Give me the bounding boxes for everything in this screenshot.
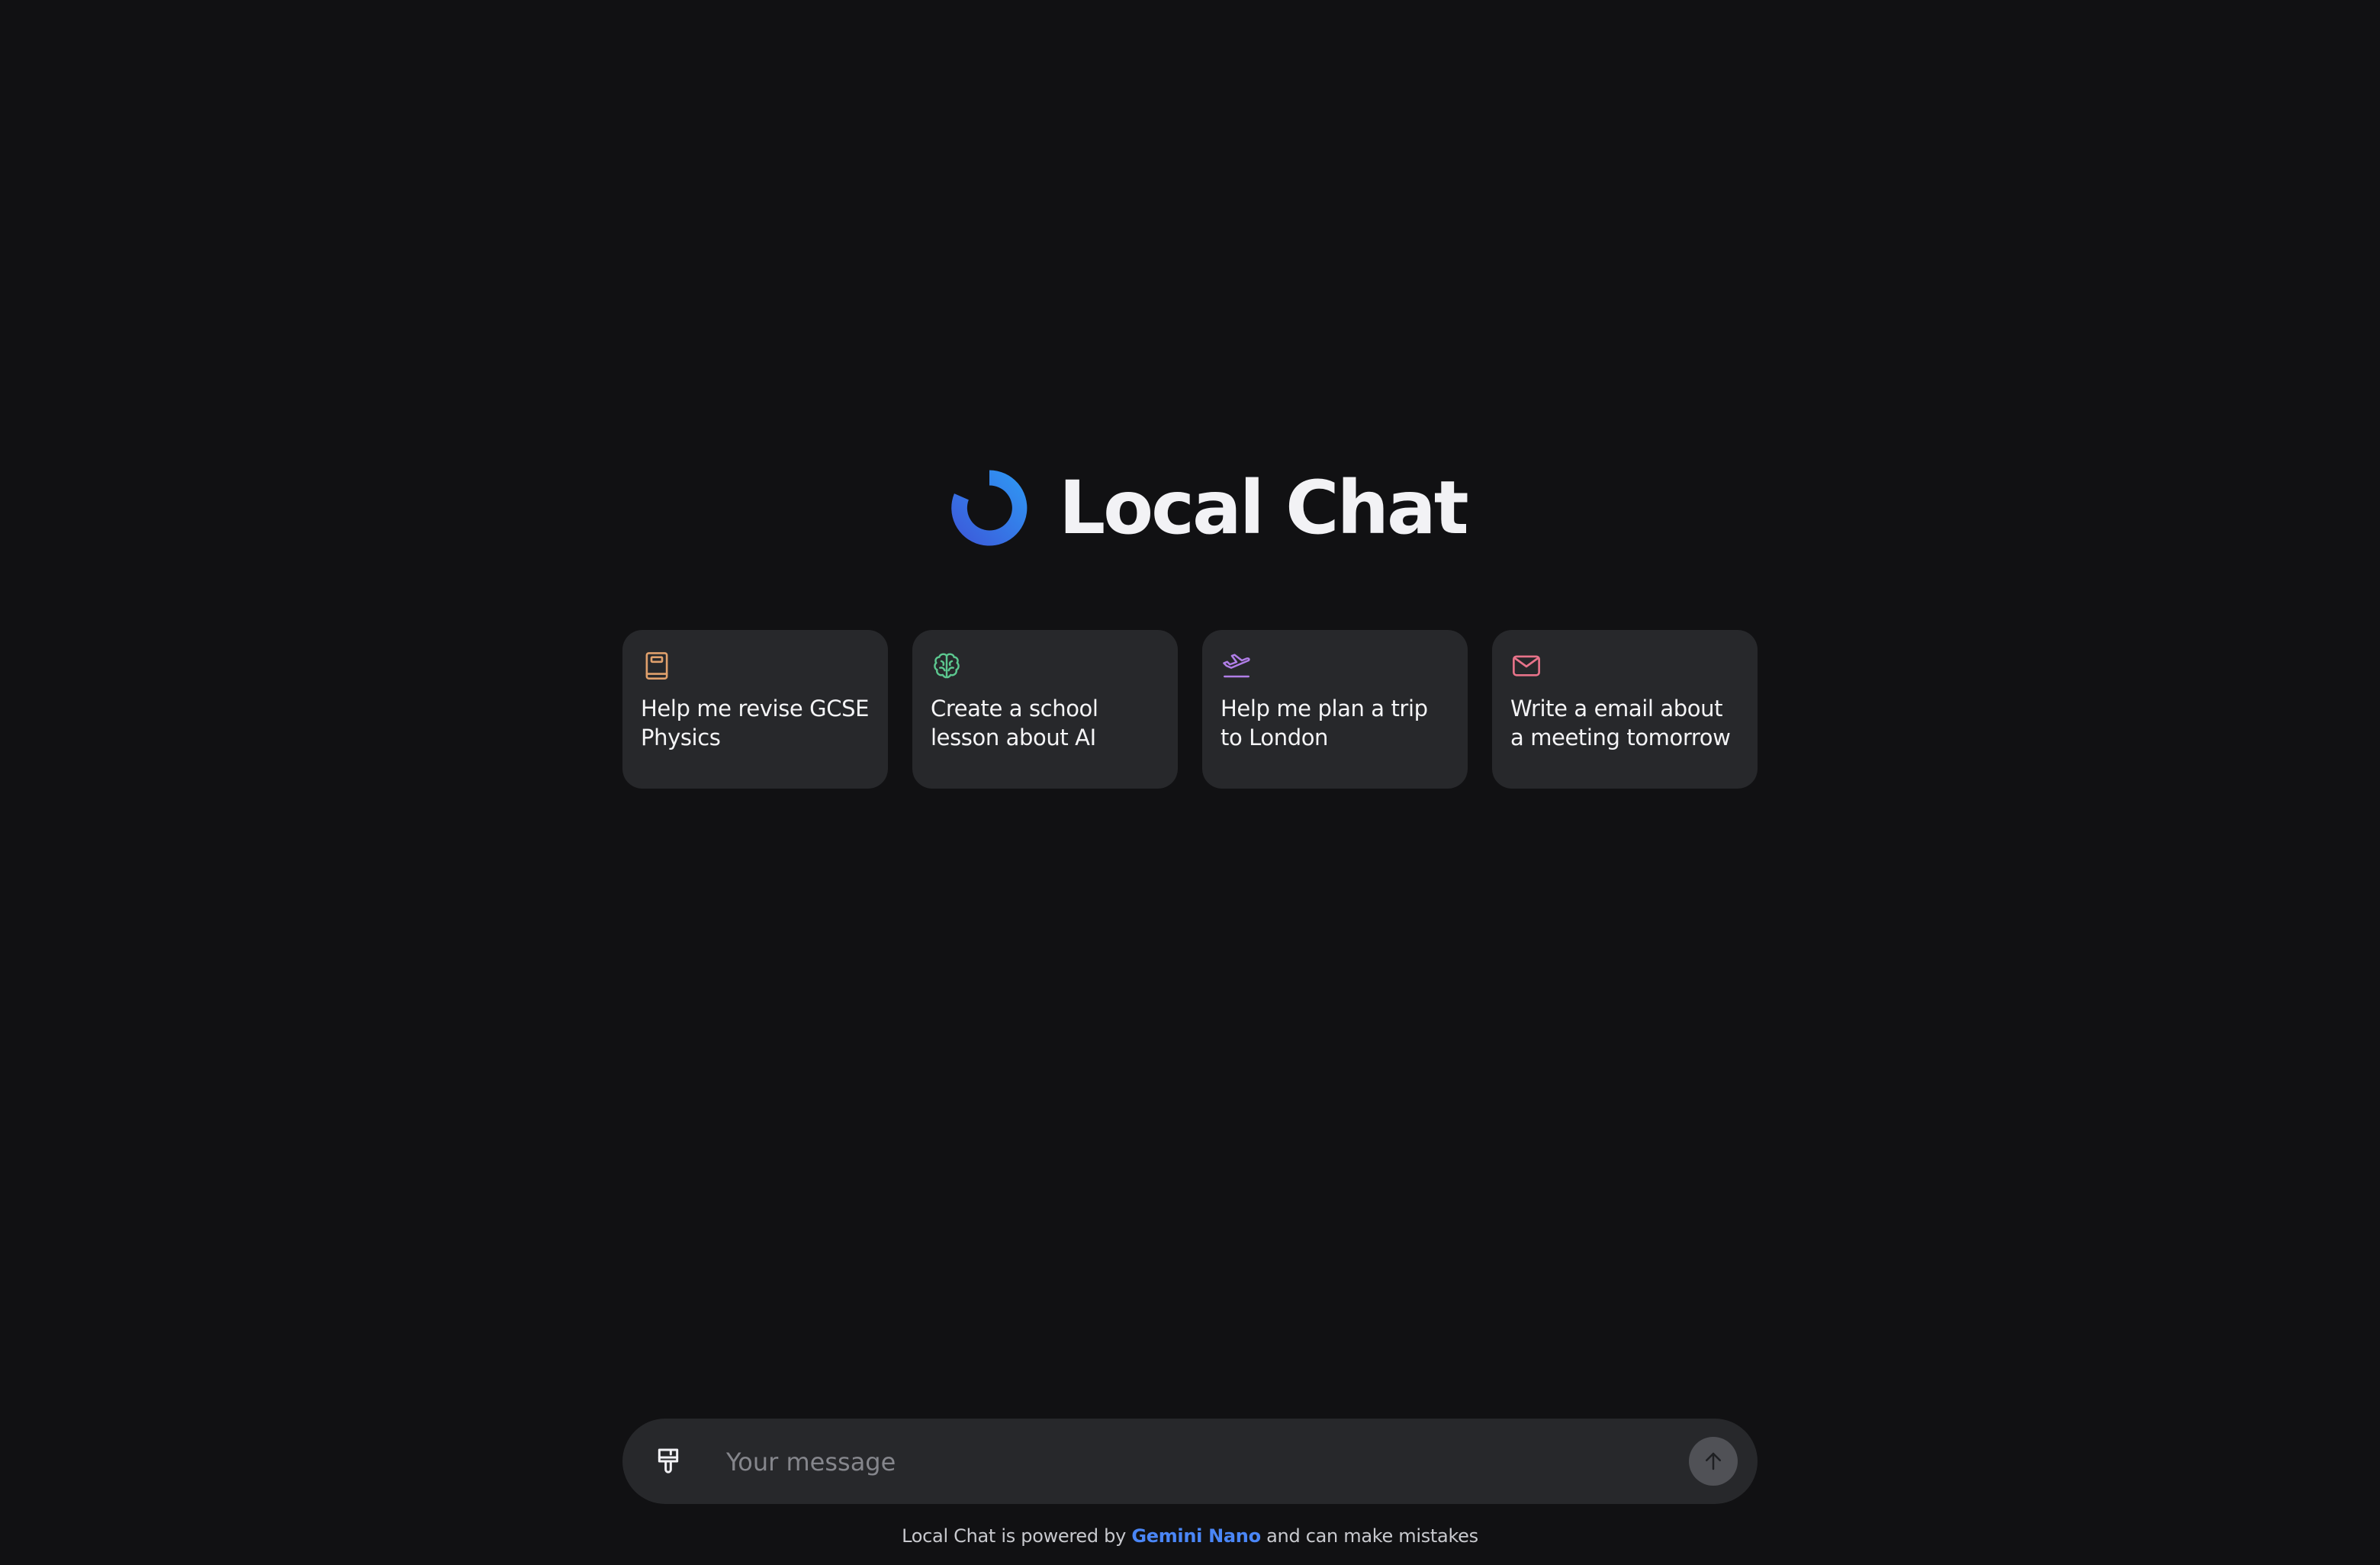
mail-icon: [1513, 655, 1540, 676]
footer-suffix: and can make mistakes: [1266, 1525, 1478, 1547]
logo-icon: [951, 470, 1028, 546]
suggestion-label: Help me revise GCSE Physics: [641, 696, 870, 750]
app-title: Local Chat: [1059, 465, 1469, 551]
plane-departure-icon: [1223, 654, 1250, 678]
footer-disclaimer: Local Chat is powered by Gemini Nano and…: [0, 1525, 2380, 1547]
book-icon: [645, 652, 668, 680]
brain-icon: [934, 653, 960, 679]
send-button[interactable]: [1689, 1437, 1738, 1486]
message-composer: [622, 1419, 1758, 1504]
arrow-up-icon: [1706, 1452, 1721, 1470]
model-name: Gemini Nano: [1131, 1525, 1261, 1547]
footer-prefix: Local Chat is powered by: [902, 1525, 1126, 1547]
paintbrush-icon: [658, 1448, 679, 1473]
suggestion-label: Write a email about a meeting tomorrow: [1510, 696, 1731, 750]
suggestion-card-london-trip[interactable]: Help me plan a trip to London: [1202, 630, 1468, 789]
message-input[interactable]: [725, 1434, 1529, 1490]
suggestion-card-email[interactable]: Write a email about a meeting tomorrow: [1492, 630, 1758, 789]
suggestion-label: Create a school lesson about AI: [931, 696, 1098, 750]
suggestion-label: Help me plan a trip to London: [1221, 696, 1428, 750]
suggestion-card-ai-lesson[interactable]: Create a school lesson about AI: [912, 630, 1178, 789]
brand-header: Local Chat: [944, 462, 1469, 554]
style-button[interactable]: [650, 1443, 687, 1480]
suggestion-card-physics[interactable]: Help me revise GCSE Physics: [622, 630, 888, 789]
page: Local Chat Help me revise GCSE Physics C…: [0, 0, 2380, 1565]
suggestion-cards: Help me revise GCSE Physics Create a sch…: [622, 630, 1758, 789]
